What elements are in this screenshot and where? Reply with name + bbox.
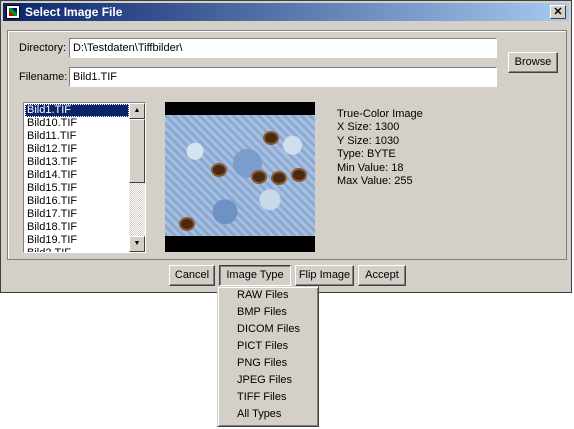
select-image-file-dialog: Select Image File ✕ Directory: D:\Testda… [0,0,572,293]
image-type-button[interactable]: Image Type [219,265,291,286]
browse-button[interactable]: Browse [508,52,558,73]
cell-blob [265,133,277,143]
min-value-info: Min Value: 18 [337,161,404,174]
menu-item-png-files[interactable]: PNG Files [218,355,318,372]
title-bar[interactable]: Select Image File ✕ [3,3,569,21]
y-size-info: Y Size: 1030 [337,134,400,147]
file-list-item[interactable]: Bild14.TIF [25,169,129,182]
cell-blob [253,172,265,182]
x-size-info: X Size: 1300 [337,121,400,134]
menu-item-dicom-files[interactable]: DICOM Files [218,321,318,338]
image-info: True-Color Image X Size: 1300 Y Size: 10… [337,108,423,188]
image-type-menu: RAW Files BMP Files DICOM Files PICT Files P… [217,286,319,427]
file-list-item[interactable]: Bild18.TIF [25,221,129,234]
file-list-item[interactable]: Bild13.TIF [25,156,129,169]
image-type-info: True-Color Image [337,108,423,120]
close-button[interactable]: ✕ [550,5,566,19]
file-list-item[interactable]: Bild12.TIF [25,143,129,156]
file-list-item[interactable]: Bild16.TIF [25,195,129,208]
window-title: Select Image File [25,5,123,19]
max-value-info: Max Value: 255 [337,175,413,188]
menu-item-all-types[interactable]: All Types [218,406,318,423]
directory-label: Directory: [19,42,67,54]
menu-item-bmp-files[interactable]: BMP Files [218,304,318,321]
flip-image-button[interactable]: Flip Image [295,265,354,286]
menu-item-raw-files[interactable]: RAW Files [218,287,318,304]
cell-blob [213,165,225,175]
filename-field[interactable]: Bild1.TIF [69,67,497,87]
scroll-up-icon[interactable]: ▲ [129,103,145,119]
app-icon [6,5,20,19]
cell-blob [181,219,193,229]
file-list-item[interactable]: Bild15.TIF [25,182,129,195]
image-preview [165,102,315,252]
menu-item-jpeg-files[interactable]: JPEG Files [218,372,318,389]
scroll-down-icon[interactable]: ▼ [129,236,145,252]
cell-blob [293,170,305,180]
file-list-scrollbar[interactable]: ▲ ▼ [129,103,145,252]
filename-label: Filename: [19,71,68,83]
menu-item-tiff-files[interactable]: TIFF Files [218,389,318,406]
cell-blob [273,173,285,183]
directory-field[interactable]: D:\Testdaten\Tiffbilder\ [69,38,497,58]
accept-button[interactable]: Accept [358,265,406,286]
menu-item-pict-files[interactable]: PICT Files [218,338,318,355]
file-list[interactable]: Bild1.TIF Bild10.TIF Bild11.TIF Bild12.TIF B… [23,102,146,253]
scrollbar-thumb[interactable] [129,119,145,183]
preview-image [165,115,315,236]
cancel-button[interactable]: Cancel [169,265,215,286]
file-list-items: Bild1.TIF Bild10.TIF Bild11.TIF Bild12.TIF B… [25,104,129,252]
file-list-item[interactable]: Bild17.TIF [25,208,129,221]
file-list-item[interactable]: Bild2.TIF [25,247,129,252]
file-list-item[interactable]: Bild19.TIF [25,234,129,247]
file-list-item[interactable]: Bild10.TIF [25,117,129,130]
file-list-item[interactable]: Bild1.TIF [25,104,129,117]
file-list-item[interactable]: Bild11.TIF [25,130,129,143]
data-type-info: Type: BYTE [337,148,396,161]
